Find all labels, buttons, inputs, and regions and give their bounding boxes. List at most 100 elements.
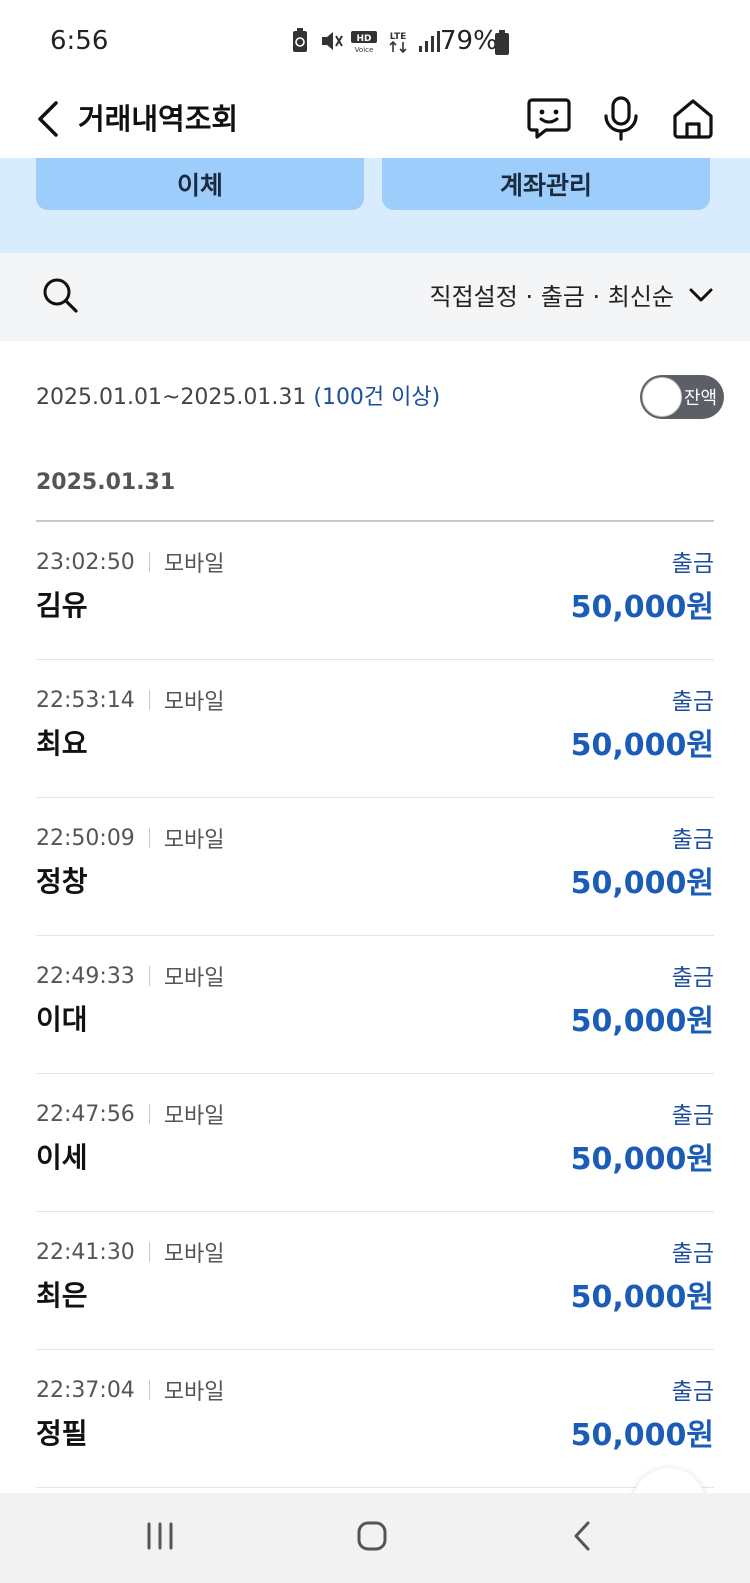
transaction-meta: 22:37:04 모바일 — [36, 1374, 225, 1406]
status-time: 6:56 — [50, 26, 109, 56]
microphone-icon — [601, 95, 641, 145]
transaction-row[interactable]: 22:37:04 모바일 정필 출금 50,000원 — [36, 1350, 714, 1488]
filter-summary: 직접설정 · 출금 · 최신순 — [429, 283, 675, 311]
divider — [148, 690, 150, 710]
home-button[interactable] — [664, 90, 722, 150]
transaction-type: 출금 — [671, 551, 714, 577]
transaction-time: 22:50:09 — [36, 825, 135, 851]
chatbot-button[interactable] — [520, 90, 578, 150]
date-group-header: 2025.01.31 — [36, 470, 176, 495]
transaction-channel: 모바일 — [163, 1104, 225, 1129]
app-header: 거래내역조회 — [0, 84, 750, 158]
transaction-name: 정필 — [36, 1417, 88, 1450]
system-nav-bar — [0, 1493, 750, 1583]
transaction-amount: 50,000원 — [570, 1142, 714, 1177]
balance-toggle[interactable]: 잔액 — [640, 375, 724, 419]
transaction-row[interactable]: 22:47:56 모바일 이세 출금 50,000원 — [36, 1074, 714, 1212]
svg-text:LTE: LTE — [390, 32, 407, 42]
divider — [148, 1380, 150, 1400]
transaction-meta: 22:41:30 모바일 — [36, 1236, 225, 1268]
transaction-type: 출금 — [671, 1103, 714, 1129]
transaction-name: 정창 — [36, 865, 88, 898]
quick-menu-panel: 이체 계좌관리 — [0, 158, 750, 253]
svg-text:Voice: Voice — [355, 46, 374, 54]
transaction-channel: 모바일 — [163, 828, 225, 853]
transfer-button[interactable]: 이체 — [36, 158, 364, 210]
transaction-amount: 50,000원 — [570, 590, 714, 625]
transaction-meta: 22:50:09 모바일 — [36, 822, 225, 854]
transaction-channel: 모바일 — [163, 1242, 225, 1267]
transaction-amount: 50,000원 — [570, 1280, 714, 1315]
status-icons: HD Voice LTE — [290, 28, 440, 54]
transaction-name: 이세 — [36, 1141, 88, 1174]
transaction-row[interactable]: 22:49:33 모바일 이대 출금 50,000원 — [36, 936, 714, 1074]
transaction-type: 출금 — [671, 965, 714, 991]
account-management-button[interactable]: 계좌관리 — [382, 158, 710, 210]
transaction-time: 22:41:30 — [36, 1239, 135, 1265]
transaction-channel: 모바일 — [163, 1380, 225, 1405]
battery-saver-icon — [290, 28, 312, 54]
divider — [148, 1104, 150, 1124]
recent-apps-button[interactable] — [130, 1513, 190, 1563]
filter-dropdown[interactable]: 직접설정 · 출금 · 최신순 — [430, 277, 715, 312]
transaction-amount: 50,000원 — [570, 1418, 714, 1453]
chevron-left-icon — [34, 99, 62, 143]
period-row: 2025.01.01~2025.01.31 (100건 이상) 잔액 — [36, 375, 724, 419]
back-button[interactable] — [24, 92, 72, 150]
chatbot-icon — [526, 96, 572, 144]
search-button[interactable] — [36, 273, 84, 321]
transaction-type: 출금 — [671, 1379, 714, 1405]
transaction-time: 22:37:04 — [36, 1377, 135, 1403]
transaction-amount: 50,000원 — [570, 728, 714, 763]
back-nav-icon — [571, 1520, 593, 1556]
home-icon — [671, 96, 715, 144]
transaction-meta: 22:53:14 모바일 — [36, 684, 225, 716]
period-count: (100건 이상) — [313, 385, 441, 410]
divider — [148, 552, 150, 572]
transaction-amount: 50,000원 — [570, 1004, 714, 1039]
status-bar: 6:56 HD Voice LTE 79% — [0, 0, 750, 84]
filter-bar: 직접설정 · 출금 · 최신순 — [0, 253, 750, 341]
back-nav-button[interactable] — [552, 1513, 612, 1563]
transaction-row[interactable]: 22:50:09 모바일 정창 출금 50,000원 — [36, 798, 714, 936]
home-nav-button[interactable] — [342, 1513, 402, 1563]
chevron-down-icon — [688, 281, 714, 309]
transaction-time: 22:49:33 — [36, 963, 135, 989]
transaction-meta: 22:49:33 모바일 — [36, 960, 225, 992]
divider — [148, 966, 150, 986]
transaction-list: 23:02:50 모바일 김유 출금 50,000원 22:53:14 모바일 최요… — [36, 522, 714, 1488]
voice-button[interactable] — [592, 90, 650, 150]
transaction-time: 22:53:14 — [36, 687, 135, 713]
mute-icon — [320, 28, 343, 54]
transaction-type: 출금 — [671, 689, 714, 715]
page-title: 거래내역조회 — [78, 102, 239, 136]
transaction-time: 22:47:56 — [36, 1101, 135, 1127]
hd-voice-icon: HD Voice — [350, 28, 378, 54]
transaction-name: 김유 — [36, 589, 88, 622]
signal-icon — [418, 28, 440, 54]
recent-apps-icon — [145, 1521, 175, 1555]
transaction-channel: 모바일 — [163, 690, 225, 715]
battery-icon — [494, 30, 516, 56]
period-range-text: 2025.01.01~2025.01.31 (100건 이상) — [36, 379, 440, 411]
transaction-name: 최요 — [36, 727, 88, 760]
transaction-channel: 모바일 — [163, 966, 225, 991]
transaction-meta: 23:02:50 모바일 — [36, 546, 225, 578]
transaction-row[interactable]: 22:41:30 모바일 최은 출금 50,000원 — [36, 1212, 714, 1350]
transaction-time: 23:02:50 — [36, 549, 135, 575]
home-nav-icon — [356, 1520, 388, 1556]
transaction-row[interactable]: 22:53:14 모바일 최요 출금 50,000원 — [36, 660, 714, 798]
divider — [148, 828, 150, 848]
divider — [148, 1242, 150, 1262]
transaction-channel: 모바일 — [163, 552, 225, 577]
toggle-knob — [642, 377, 682, 417]
transaction-type: 출금 — [671, 1241, 714, 1267]
transaction-name: 이대 — [36, 1003, 88, 1036]
transaction-meta: 22:47:56 모바일 — [36, 1098, 225, 1130]
period-range: 2025.01.01~2025.01.31 — [36, 385, 307, 410]
search-icon — [41, 276, 79, 318]
transaction-name: 최은 — [36, 1279, 88, 1312]
transaction-amount: 50,000원 — [570, 866, 714, 901]
transaction-row[interactable]: 23:02:50 모바일 김유 출금 50,000원 — [36, 522, 714, 660]
battery-percent: 79% — [440, 26, 498, 56]
